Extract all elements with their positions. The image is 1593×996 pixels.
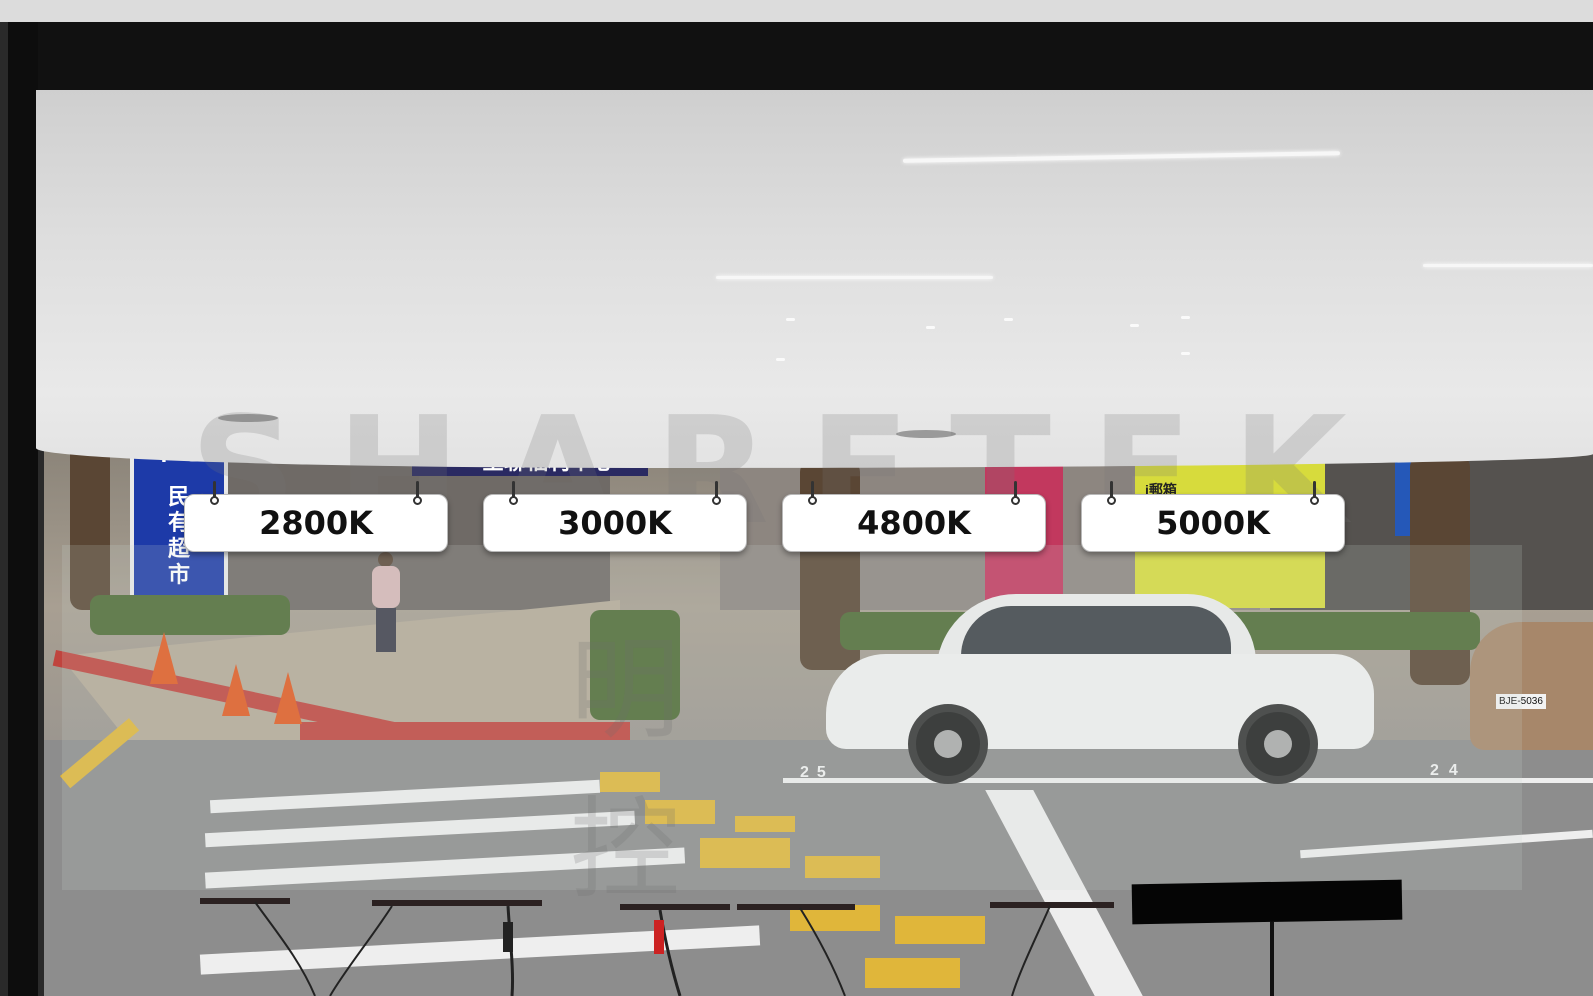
- wire: [799, 907, 846, 996]
- alligator-clip-icon: [654, 920, 664, 954]
- photo-scene: 全聯福利中心 i郵箱 中心 民 有 超 市 25 24: [0, 0, 1593, 996]
- wire: [1011, 905, 1051, 996]
- wire: [254, 901, 316, 996]
- electrode-wires: [254, 901, 1274, 996]
- alligator-clip-icon: [503, 922, 513, 952]
- wire: [329, 905, 393, 996]
